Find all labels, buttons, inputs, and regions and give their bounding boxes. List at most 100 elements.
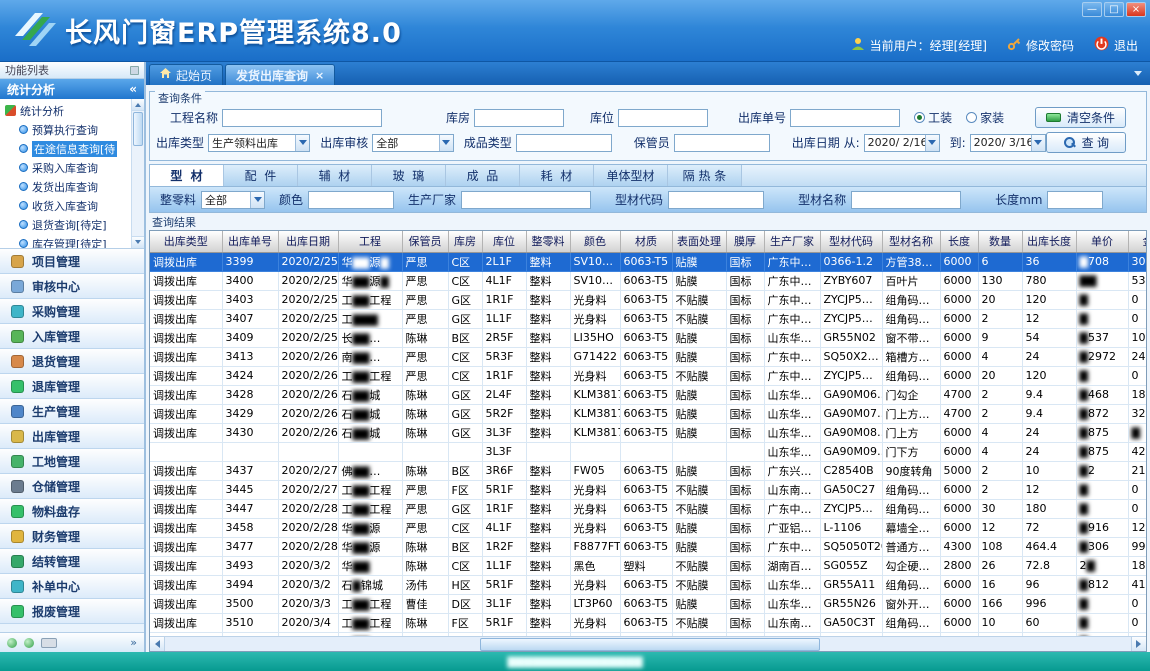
sidebar-section-header[interactable]: 统计分析 «	[0, 79, 144, 99]
column-header[interactable]: 颜色	[570, 231, 620, 252]
tree-root-node[interactable]: 统计分析	[5, 101, 131, 120]
scroll-down-icon[interactable]	[132, 236, 144, 248]
keyboard-icon[interactable]	[41, 638, 57, 648]
column-header[interactable]: 膜厚	[726, 231, 764, 252]
warehouse-input[interactable]	[474, 109, 564, 127]
scroll-up-icon[interactable]	[132, 99, 144, 111]
column-header[interactable]: 型材代码	[820, 231, 882, 252]
tree-scrollbar[interactable]	[131, 99, 144, 248]
sidebar-menu-item[interactable]: 物料盘存	[0, 499, 144, 524]
order-no-input[interactable]	[790, 109, 900, 127]
table-row[interactable]: 调拨出库34372020/2/27佛▇▇…陈琳B区3R6F整料FW056063-…	[150, 461, 1147, 480]
whole-scrap-select[interactable]: 全部	[201, 191, 265, 209]
column-header[interactable]: 库位	[482, 231, 526, 252]
column-header[interactable]: 型材名称	[882, 231, 940, 252]
tab-active-document[interactable]: 发货出库查询×	[225, 64, 335, 85]
material-tab[interactable]: 单体型材	[594, 165, 668, 186]
column-header[interactable]: 长度	[940, 231, 978, 252]
keeper-input[interactable]	[674, 134, 770, 152]
outbound-type-select[interactable]: 生产领料出库	[208, 134, 310, 152]
column-header[interactable]: 单价	[1076, 231, 1128, 252]
sidebar-menu-item[interactable]: 工地管理	[0, 449, 144, 474]
horizontal-scrollbar[interactable]	[150, 636, 1146, 651]
change-password-link[interactable]: 修改密码	[1026, 37, 1074, 54]
material-tab[interactable]: 成 品	[446, 165, 520, 186]
table-row[interactable]: 调拨出库34302020/2/26石▇▇城陈琳G区3L3F整料KLM381760…	[150, 423, 1147, 442]
column-header[interactable]: 出库单号	[222, 231, 278, 252]
chevron-down-icon[interactable]	[295, 135, 309, 151]
column-header[interactable]: 出库日期	[278, 231, 338, 252]
table-row[interactable]: 调拨出库34292020/2/26石▇▇城陈琳G区5R2F整料KLM381760…	[150, 404, 1147, 423]
sidebar-menu-item[interactable]: 生产管理	[0, 399, 144, 424]
sidebar-tree-item[interactable]: 预算执行查询	[5, 120, 131, 139]
scroll-thumb[interactable]	[480, 638, 820, 651]
column-header[interactable]: 工程	[338, 231, 402, 252]
table-row[interactable]: 调拨出库34772020/2/28华▇▇源陈琳B区1R2F整料F8877FT60…	[150, 537, 1147, 556]
chevrons-icon[interactable]: »	[130, 636, 137, 649]
minimize-button[interactable]: —	[1082, 2, 1102, 17]
material-tab[interactable]: 配 件	[224, 165, 298, 186]
column-header[interactable]: 数量	[978, 231, 1022, 252]
column-header[interactable]: 库房	[448, 231, 482, 252]
table-row[interactable]: 调拨出库34282020/2/26石▇▇城陈琳G区2L4F整料KLM381760…	[150, 385, 1147, 404]
profile-name-input[interactable]	[851, 191, 961, 209]
sidebar-tree-item[interactable]: 在途信息查询[待	[5, 139, 131, 158]
sidebar-menu-item[interactable]: 结转管理	[0, 549, 144, 574]
collapse-icon[interactable]: «	[129, 82, 137, 96]
table-row[interactable]: 调拨出库34932020/3/2华▇▇陈琳C区1L1F整料黑色塑料不贴膜国标湖南…	[150, 556, 1147, 575]
sidebar-menu-item[interactable]: 财务管理	[0, 524, 144, 549]
sidebar-menu-item[interactable]: 项目管理	[0, 249, 144, 274]
scroll-left-icon[interactable]	[150, 637, 165, 652]
table-row[interactable]: 调拨出库34472020/2/28工▇▇工程严思G区1R1F整料光身料6063-…	[150, 499, 1147, 518]
logout-link[interactable]: 退出	[1114, 37, 1138, 54]
sidebar-menu-item[interactable]: 退货管理	[0, 349, 144, 374]
radio-gongzhuang[interactable]: 工装	[914, 109, 952, 126]
tab-list-dropdown-icon[interactable]	[1134, 71, 1142, 80]
product-type-input[interactable]	[516, 134, 612, 152]
table-row[interactable]: 调拨出库34072020/2/25工▇▇▇严思G区1L1F整料光身料6063-T…	[150, 309, 1147, 328]
sidebar-tree-item[interactable]: 收货入库查询	[5, 196, 131, 215]
sidebar-tree-item[interactable]: 发货出库查询	[5, 177, 131, 196]
table-row[interactable]: 调拨出库34092020/2/25长▇▇…陈琳B区2R5F整料LI35HO606…	[150, 328, 1147, 347]
maximize-button[interactable]: □	[1104, 2, 1124, 17]
chevron-down-icon[interactable]	[1031, 135, 1045, 151]
scroll-right-icon[interactable]	[1131, 637, 1146, 652]
column-header[interactable]: 表面处理	[672, 231, 726, 252]
column-header[interactable]: 材质	[620, 231, 672, 252]
table-row[interactable]: 调拨出库33992020/2/25华▇▇源▇严思C区2L1F整料SV10…606…	[150, 252, 1147, 271]
chevron-down-icon[interactable]	[925, 135, 939, 151]
table-row[interactable]: 调拨出库34242020/2/26工▇▇工程严思C区1R1F整料光身料6063-…	[150, 366, 1147, 385]
sidebar-tree-item[interactable]: 库存管理[待定]	[5, 234, 131, 249]
project-name-input[interactable]	[222, 109, 382, 127]
pin-icon[interactable]	[130, 66, 139, 75]
table-row[interactable]: 调拨出库34032020/2/25工▇▇工程严思G区1R1F整料光身料6063-…	[150, 290, 1147, 309]
material-tab[interactable]: 型 材	[150, 165, 224, 186]
sidebar-menu-item[interactable]: 入库管理	[0, 324, 144, 349]
search-button[interactable]: 查 询	[1046, 132, 1126, 153]
date-from-picker[interactable]: 2020/ 2/16	[864, 134, 940, 152]
sidebar-menu-item[interactable]: 报废管理	[0, 599, 144, 624]
table-row[interactable]: 3L3F山东华…GA90M09…门下方6000424▇875423	[150, 442, 1147, 461]
location-input[interactable]	[618, 109, 708, 127]
table-row[interactable]: 调拨出库34002020/2/25华▇▇源▇严思C区4L1F整料SV10…606…	[150, 271, 1147, 290]
sidebar-tree-item[interactable]: 退货查询[待定]	[5, 215, 131, 234]
radio-jiazhuang[interactable]: 家装	[966, 109, 1004, 126]
date-to-picker[interactable]: 2020/ 3/16	[970, 134, 1046, 152]
length-input[interactable]	[1047, 191, 1103, 209]
column-header[interactable]: 生产厂家	[764, 231, 820, 252]
column-header[interactable]: 出库长度	[1022, 231, 1076, 252]
sidebar-tree-item[interactable]: 采购入库查询	[5, 158, 131, 177]
material-tab[interactable]: 隔 热 条	[668, 165, 742, 186]
profile-code-input[interactable]	[668, 191, 764, 209]
audit-select[interactable]: 全部	[372, 134, 453, 152]
table-row[interactable]: 调拨出库35102020/3/4工▇▇工程陈琳F区5R1F整料光身料6063-T…	[150, 613, 1147, 632]
chevron-down-icon[interactable]	[439, 135, 453, 151]
table-row[interactable]: 调拨出库34942020/3/2石▇锦城汤伟H区5R1F整料光身料6063-T5…	[150, 575, 1147, 594]
sidebar-menu-item[interactable]: 出库管理	[0, 424, 144, 449]
column-header[interactable]: 整零料	[526, 231, 570, 252]
table-row[interactable]: 调拨出库35002020/3/3工▇▇工程曹佳D区3L1F整料LT3P60606…	[150, 594, 1147, 613]
column-header[interactable]: 保管员	[402, 231, 448, 252]
sidebar-menu-item[interactable]: 补单中心	[0, 574, 144, 599]
table-row[interactable]: 调拨出库34452020/2/27工▇▇工程严思F区5R1F整料光身料6063-…	[150, 480, 1147, 499]
chevron-down-icon[interactable]	[250, 192, 264, 208]
